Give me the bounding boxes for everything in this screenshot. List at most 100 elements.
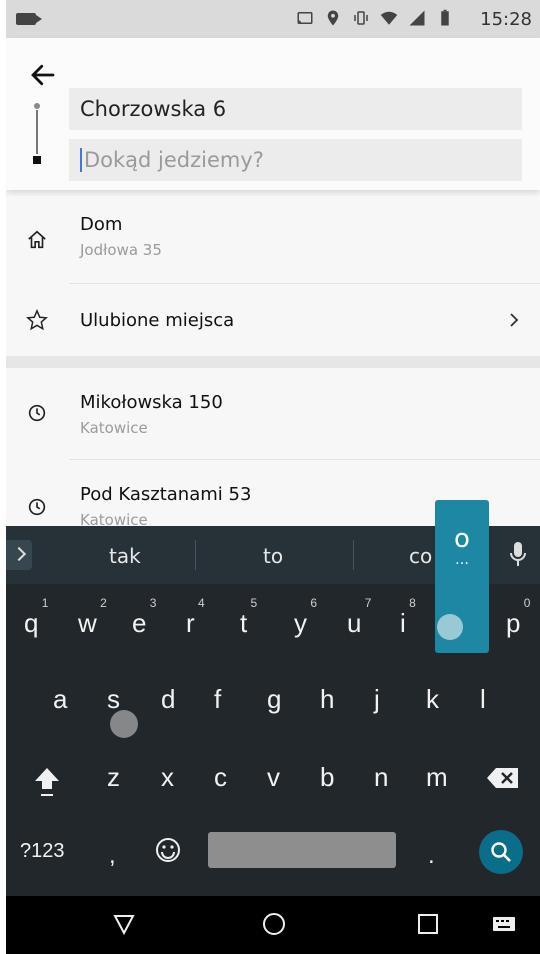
key-letter: e	[132, 608, 147, 638]
key-l[interactable]: l	[480, 684, 486, 715]
home-title: Dom	[80, 214, 123, 235]
key-number-hint: 5	[250, 596, 258, 610]
key-b[interactable]: b	[320, 762, 334, 793]
key-number-hint: 1	[41, 596, 49, 610]
chevron-right-icon	[510, 313, 519, 327]
app-frame: 15:28 Chorzowska 6 Dom Jodłowa 35 Ulubio…	[6, 0, 540, 954]
key-z[interactable]: z	[107, 762, 120, 793]
recent-title: Pod Kasztanami 53	[80, 484, 252, 505]
key-r[interactable]: r4	[186, 596, 205, 639]
key-number-hint: 3	[149, 596, 157, 610]
location-icon	[327, 10, 339, 26]
recent-subtitle: Katowice	[80, 511, 148, 526]
key-t[interactable]: t5	[240, 596, 257, 639]
key-a[interactable]: a	[53, 684, 67, 715]
popup-more: …	[455, 552, 469, 568]
section-separator	[6, 356, 540, 368]
home-icon	[28, 230, 46, 249]
microphone-icon[interactable]	[510, 542, 526, 568]
key-n[interactable]: n	[374, 762, 388, 793]
video-camera-icon	[16, 13, 42, 25]
key-g[interactable]: g	[267, 684, 281, 715]
key-number-hint: 0	[523, 596, 531, 610]
key-k[interactable]: k	[426, 684, 439, 715]
key-i[interactable]: i8	[400, 596, 416, 639]
key-letter: r	[186, 608, 195, 638]
battery-icon	[441, 9, 449, 26]
search-icon	[491, 842, 511, 862]
touch-indicator	[110, 710, 138, 738]
recent-subtitle: Katowice	[80, 419, 148, 437]
period-key[interactable]: .	[428, 842, 435, 870]
search-key[interactable]	[479, 830, 523, 874]
vibrate-icon	[354, 11, 368, 25]
suggestion-divider	[195, 540, 196, 570]
touch-indicator	[437, 614, 463, 640]
list-item-recent[interactable]: Mikołowska 150 Katowice	[6, 368, 540, 458]
cast-icon	[297, 12, 313, 24]
key-letter: u	[347, 608, 362, 638]
suggestion-divider	[353, 540, 354, 570]
key-number-hint: 6	[310, 596, 317, 610]
origin-dot-icon	[34, 103, 40, 109]
suggestion[interactable]: co	[409, 544, 432, 568]
key-c[interactable]: c	[214, 762, 227, 793]
key-letter: p	[506, 608, 521, 638]
shift-icon[interactable]	[32, 764, 62, 800]
emoji-icon[interactable]	[155, 837, 181, 863]
key-e[interactable]: e3	[132, 596, 156, 639]
signal-icon	[409, 10, 425, 26]
key-letter: i	[400, 608, 406, 638]
destination-input[interactable]	[80, 148, 522, 172]
symbols-key[interactable]: ?123	[20, 840, 65, 863]
key-number-hint: 2	[100, 596, 107, 610]
popup-letter: o	[454, 524, 470, 554]
key-h[interactable]: h	[320, 684, 334, 715]
wifi-icon	[380, 11, 398, 25]
list-item-favorites[interactable]: Ulubione miejsca	[6, 284, 540, 356]
list-item-home[interactable]: Dom Jodłowa 35	[6, 196, 540, 282]
back-triangle-icon[interactable]	[112, 912, 136, 936]
key-d[interactable]: d	[161, 684, 175, 715]
key-v[interactable]: v	[267, 762, 280, 793]
key-q[interactable]: q1	[24, 596, 48, 639]
destination-square-icon	[33, 156, 41, 164]
key-number-hint: 4	[197, 596, 205, 610]
key-m[interactable]: m	[426, 762, 448, 793]
clock: 15:28	[480, 9, 532, 30]
key-number-hint: 7	[364, 596, 372, 610]
favorites-title: Ulubione miejsca	[80, 310, 235, 331]
key-x[interactable]: x	[161, 762, 174, 793]
back-arrow-icon[interactable]	[28, 60, 58, 90]
space-key[interactable]	[208, 832, 396, 868]
home-address: Jodłowa 35	[80, 241, 162, 259]
key-y[interactable]: y6	[294, 596, 317, 639]
history-icon	[28, 498, 46, 516]
navigation-bar	[6, 896, 540, 954]
key-w[interactable]: w2	[78, 596, 107, 639]
home-circle-icon[interactable]	[262, 912, 286, 936]
status-bar: 15:28	[6, 0, 540, 38]
keyboard-switch-icon[interactable]	[492, 912, 516, 936]
key-letter: y	[294, 608, 307, 638]
history-icon	[28, 404, 46, 422]
suggestion[interactable]: to	[263, 544, 283, 568]
key-letter: q	[24, 608, 39, 638]
key-j[interactable]: j	[374, 684, 380, 715]
route-line	[36, 110, 38, 154]
pickup-value: Chorzowska 6	[80, 97, 227, 121]
key-u[interactable]: u7	[347, 596, 371, 639]
comma-key[interactable]: ,	[109, 842, 116, 870]
backspace-icon[interactable]	[486, 766, 520, 790]
recent-title: Mikołowska 150	[80, 392, 223, 413]
recents-square-icon[interactable]	[416, 912, 440, 936]
pickup-field[interactable]: Chorzowska 6	[69, 88, 522, 130]
suggestion[interactable]: tak	[109, 544, 141, 568]
key-p[interactable]: p0	[506, 596, 530, 639]
key-f[interactable]: f	[214, 684, 221, 715]
key-letter: w	[78, 608, 97, 638]
expand-suggestions-icon[interactable]	[6, 540, 32, 570]
key-letter: t	[240, 608, 248, 638]
star-icon	[26, 309, 48, 331]
destination-field[interactable]	[69, 139, 522, 181]
